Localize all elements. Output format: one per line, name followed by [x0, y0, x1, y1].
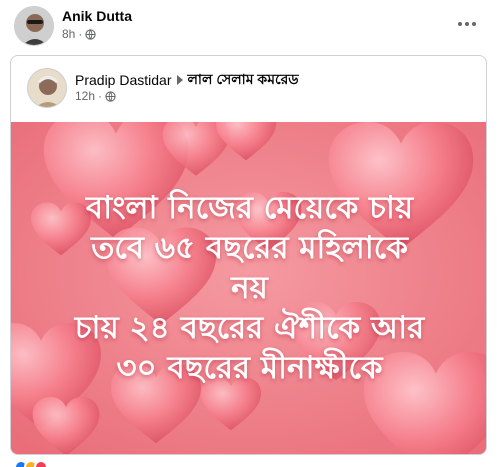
post-meta: 8h ·: [62, 27, 96, 41]
avatar-photo: [28, 69, 66, 107]
globe-icon[interactable]: [85, 28, 96, 40]
shared-author-avatar[interactable]: [27, 68, 67, 108]
globe-icon[interactable]: [105, 90, 116, 102]
shared-post-time[interactable]: 12h: [75, 89, 95, 103]
image-text-line: বাংলা নিজের মেয়েকে চায়: [85, 190, 414, 226]
more-options-button[interactable]: [453, 12, 481, 36]
reaction-icons[interactable]: [14, 460, 48, 467]
group-name[interactable]: লাল সেলাম কমরেড: [188, 68, 299, 92]
avatar-photo: [15, 7, 53, 45]
image-text-line: ৩০ বছরের মীনাক্ষীকে: [116, 350, 383, 386]
post-time[interactable]: 8h: [62, 27, 75, 41]
image-text-line: চায় ২৪ বছরের ঐশীকে আর: [74, 310, 425, 346]
love-reaction-icon: [34, 460, 48, 467]
author-avatar[interactable]: [14, 6, 54, 46]
image-text: বাংলা নিজের মেয়েকে চায় তবে ৬৫ বছরের মহ…: [11, 188, 486, 388]
post-image[interactable]: বাংলা নিজের মেয়েকে চায় তবে ৬৫ বছরের মহ…: [11, 122, 486, 454]
arrow-right-icon: [176, 75, 183, 85]
author-name[interactable]: Anik Dutta: [62, 8, 132, 24]
shared-post-meta: 12h ·: [75, 89, 116, 103]
shared-post-card[interactable]: Pradip Dastidar লাল সেলাম কমরেড 12h · বা…: [10, 55, 487, 455]
post-header: Anik Dutta 8h ·: [14, 6, 487, 46]
shared-author-name[interactable]: Pradip Dastidar: [75, 72, 172, 88]
image-text-line: তবে ৬৫ বছরের মহিলাকে: [91, 230, 408, 266]
image-text-line: নয়: [231, 270, 268, 306]
shared-post-header: Pradip Dastidar লাল সেলাম কমরেড 12h ·: [11, 56, 486, 122]
